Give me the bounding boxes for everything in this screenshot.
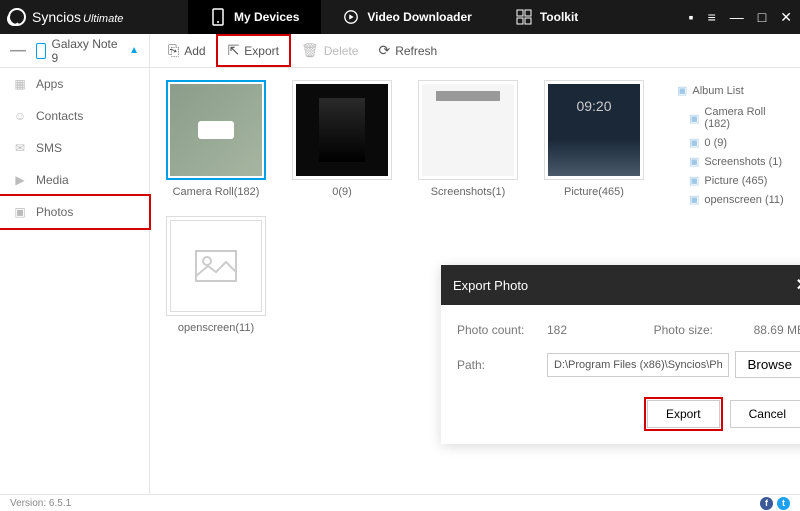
photo-count-value: 182 (547, 323, 654, 337)
main-area: ▦ Apps ☺ Contacts ✉ SMS ▶ Media ▣ Photos… (0, 68, 800, 494)
album-thumbnail (422, 84, 514, 176)
maximize-button[interactable]: □ (758, 9, 766, 25)
path-label: Path: (457, 358, 547, 372)
delete-button[interactable]: 🗑 Delete (291, 34, 368, 67)
folder-icon: ▣ (677, 84, 687, 97)
media-icon: ▶ (12, 172, 28, 188)
content-area: Camera Roll(182) 0(9) Screenshots(1) Pic… (150, 68, 800, 494)
facebook-icon[interactable]: f (760, 497, 773, 510)
browse-button[interactable]: Browse (735, 351, 800, 378)
photos-icon: ▣ (12, 204, 28, 220)
tab-label: My Devices (234, 10, 299, 24)
sidebar-item-apps[interactable]: ▦ Apps (0, 68, 149, 100)
play-circle-icon (343, 9, 359, 25)
image-icon: ▣ (689, 174, 699, 187)
album-list-item[interactable]: ▣0 (9) (677, 133, 788, 152)
album-screenshots[interactable]: Screenshots(1) (414, 80, 522, 198)
close-button[interactable]: ✕ (780, 9, 792, 26)
album-thumbnail (170, 220, 262, 312)
dialog-titlebar: Export Photo ✕ (441, 265, 800, 305)
tab-video-downloader[interactable]: Video Downloader (321, 0, 493, 34)
image-icon: ▣ (689, 136, 699, 149)
album-label: Camera Roll(182) (173, 186, 260, 198)
photo-count-label: Photo count: (457, 323, 547, 337)
title-bar: SynciosUltimate My Devices Video Downloa… (0, 0, 800, 34)
album-label: Picture(465) (564, 186, 624, 198)
apps-icon: ▦ (12, 76, 28, 92)
refresh-button[interactable]: ⟳ Refresh (368, 34, 447, 67)
dialog-title: Export Photo (453, 278, 528, 293)
tab-label: Toolkit (540, 10, 578, 24)
toolbar-row: — Galaxy Note 9 ▲ ⎘ Add ⇱ Export 🗑 Delet… (0, 34, 800, 68)
sidebar: ▦ Apps ☺ Contacts ✉ SMS ▶ Media ▣ Photos (0, 68, 150, 494)
sidebar-item-sms[interactable]: ✉ SMS (0, 132, 149, 164)
twitter-icon[interactable]: t (777, 497, 790, 510)
phone-icon (36, 43, 46, 59)
sidebar-item-media[interactable]: ▶ Media (0, 164, 149, 196)
window-controls: ▪ ≡ — □ ✕ (689, 9, 792, 26)
album-picture[interactable]: Picture(465) (540, 80, 648, 198)
collapse-icon: — (10, 42, 26, 60)
dialog-close-button[interactable]: ✕ (796, 275, 800, 295)
tab-my-devices[interactable]: My Devices (188, 0, 321, 34)
album-list-item[interactable]: ▣openscreen (11) (677, 190, 788, 209)
message-icon[interactable]: ▪ (689, 9, 694, 25)
toolbar-buttons: ⎘ Add ⇱ Export 🗑 Delete ⟳ Refresh (150, 34, 447, 67)
sidebar-item-photos[interactable]: ▣ Photos (0, 194, 151, 230)
album-list-title: ▣ Album List (677, 84, 788, 97)
album-list-item[interactable]: ▣Picture (465) (677, 171, 788, 190)
album-label: openscreen(11) (178, 322, 254, 334)
album-0[interactable]: 0(9) (288, 80, 396, 198)
image-icon: ▣ (689, 193, 699, 206)
app-name: SynciosUltimate (32, 9, 123, 25)
logo-area: SynciosUltimate (8, 8, 188, 26)
export-photo-dialog: Export Photo ✕ Photo count: 182 Photo si… (441, 265, 800, 444)
add-button[interactable]: ⎘ Add (158, 34, 216, 67)
album-label: Screenshots(1) (431, 186, 506, 198)
social-links: f t (760, 497, 790, 510)
album-list-item[interactable]: ▣Camera Roll (182) (677, 103, 788, 133)
dialog-export-button[interactable]: Export (647, 400, 720, 428)
refresh-icon: ⟳ (378, 42, 390, 59)
album-camera-roll[interactable]: Camera Roll(182) (162, 80, 270, 198)
grid-icon (516, 9, 532, 25)
footer: Version: 6.5.1 f t (0, 494, 800, 511)
version-label: Version: 6.5.1 (10, 498, 71, 509)
device-selector[interactable]: — Galaxy Note 9 ▲ (0, 34, 150, 67)
sidebar-item-contacts[interactable]: ☺ Contacts (0, 100, 149, 132)
album-list-item[interactable]: ▣Screenshots (1) (677, 152, 788, 171)
export-button[interactable]: ⇱ Export (216, 34, 291, 67)
trash-icon: 🗑 (301, 42, 319, 59)
top-tabs: My Devices Video Downloader Toolkit (188, 0, 600, 34)
photo-size-value: 88.69 MB (754, 323, 800, 337)
app-logo-icon (8, 8, 26, 26)
contacts-icon: ☺ (12, 108, 28, 124)
menu-icon[interactable]: ≡ (708, 9, 716, 25)
dialog-body: Photo count: 182 Photo size: 88.69 MB Pa… (441, 305, 800, 400)
album-thumbnail (170, 84, 262, 176)
tab-toolkit[interactable]: Toolkit (494, 0, 600, 34)
photo-size-label: Photo size: (654, 323, 754, 337)
image-icon: ▣ (689, 112, 699, 125)
device-name: Galaxy Note 9 (52, 37, 124, 65)
add-icon: ⎘ (168, 42, 179, 59)
image-icon: ▣ (689, 155, 699, 168)
dialog-actions: Export Cancel (441, 400, 800, 444)
path-input[interactable] (547, 353, 729, 377)
tab-label: Video Downloader (367, 10, 471, 24)
export-icon: ⇱ (228, 42, 240, 59)
device-icon (210, 9, 226, 25)
album-openscreen[interactable]: openscreen(11) (162, 216, 270, 334)
chevron-up-icon: ▲ (129, 45, 139, 56)
dialog-cancel-button[interactable]: Cancel (730, 400, 800, 428)
minimize-button[interactable]: — (730, 9, 744, 25)
sms-icon: ✉ (12, 140, 28, 156)
album-thumbnail (548, 84, 640, 176)
album-thumbnail (296, 84, 388, 176)
album-label: 0(9) (332, 186, 352, 198)
